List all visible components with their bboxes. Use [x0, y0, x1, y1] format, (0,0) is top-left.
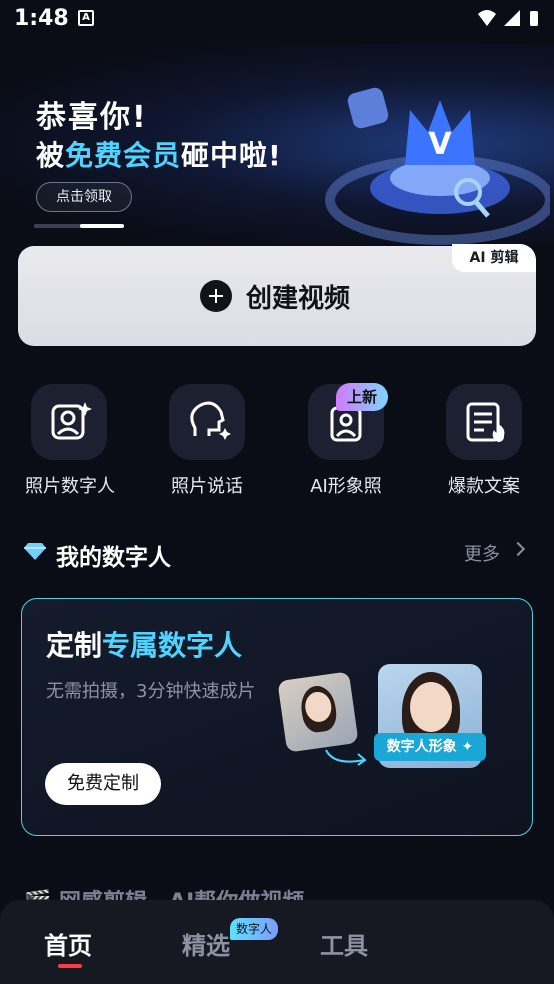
section-title: 我的数字人 [56, 545, 171, 571]
free-custom-button[interactable]: 免费定制 [45, 763, 161, 805]
svg-text:V: V [428, 127, 452, 162]
card-subtitle: 无需拍摄，3分钟快速成片 [46, 681, 256, 702]
ai-edit-tag: AI 剪辑 [452, 244, 536, 272]
battery-icon [530, 11, 538, 26]
diamond-icon [24, 543, 46, 560]
wifi-icon [478, 10, 496, 26]
plus-icon [200, 280, 232, 312]
nav-tools[interactable]: 工具 [320, 926, 368, 961]
card-title: 定制专属数字人 [46, 629, 243, 662]
tool-label: AI形象照 [310, 476, 382, 497]
create-video-label: 创建视频 [246, 284, 351, 314]
tool-label: 照片数字人 [25, 476, 115, 497]
tool-photo-avatar[interactable] [31, 384, 107, 460]
portrait-sparkle-icon [51, 402, 92, 440]
active-indicator [58, 964, 82, 968]
nav-home[interactable]: 首页 [44, 926, 92, 961]
signal-icon [504, 10, 520, 26]
more-link[interactable]: 更多 [464, 540, 500, 566]
chevron-right-icon[interactable] [510, 541, 526, 557]
tool-label: 爆款文案 [448, 476, 520, 497]
tool-photo-talk[interactable] [169, 384, 245, 460]
status-time: 1:48 [14, 6, 69, 31]
banner-subtitle: 被免费会员砸中啦! [36, 139, 282, 172]
new-badge: 上新 [336, 383, 388, 411]
notification-a-icon: A [78, 10, 94, 26]
avatar-image-tag: 数字人形象 ✦ [374, 733, 486, 761]
status-icons [478, 10, 538, 26]
arrow-icon [325, 749, 367, 766]
tool-label: 照片说话 [171, 476, 243, 497]
claim-button[interactable]: 点击领取 [36, 182, 132, 212]
source-photo [277, 671, 359, 753]
crown-illustration: V [325, 87, 550, 245]
document-fire-icon [466, 402, 505, 442]
banner-pager [34, 224, 124, 228]
nav-featured[interactable]: 精选 [182, 926, 230, 961]
talking-head-icon [190, 401, 231, 440]
tool-hot-copy[interactable] [446, 384, 522, 460]
digital-human-badge: 数字人 [230, 918, 278, 940]
banner-title: 恭喜你! [36, 100, 148, 135]
